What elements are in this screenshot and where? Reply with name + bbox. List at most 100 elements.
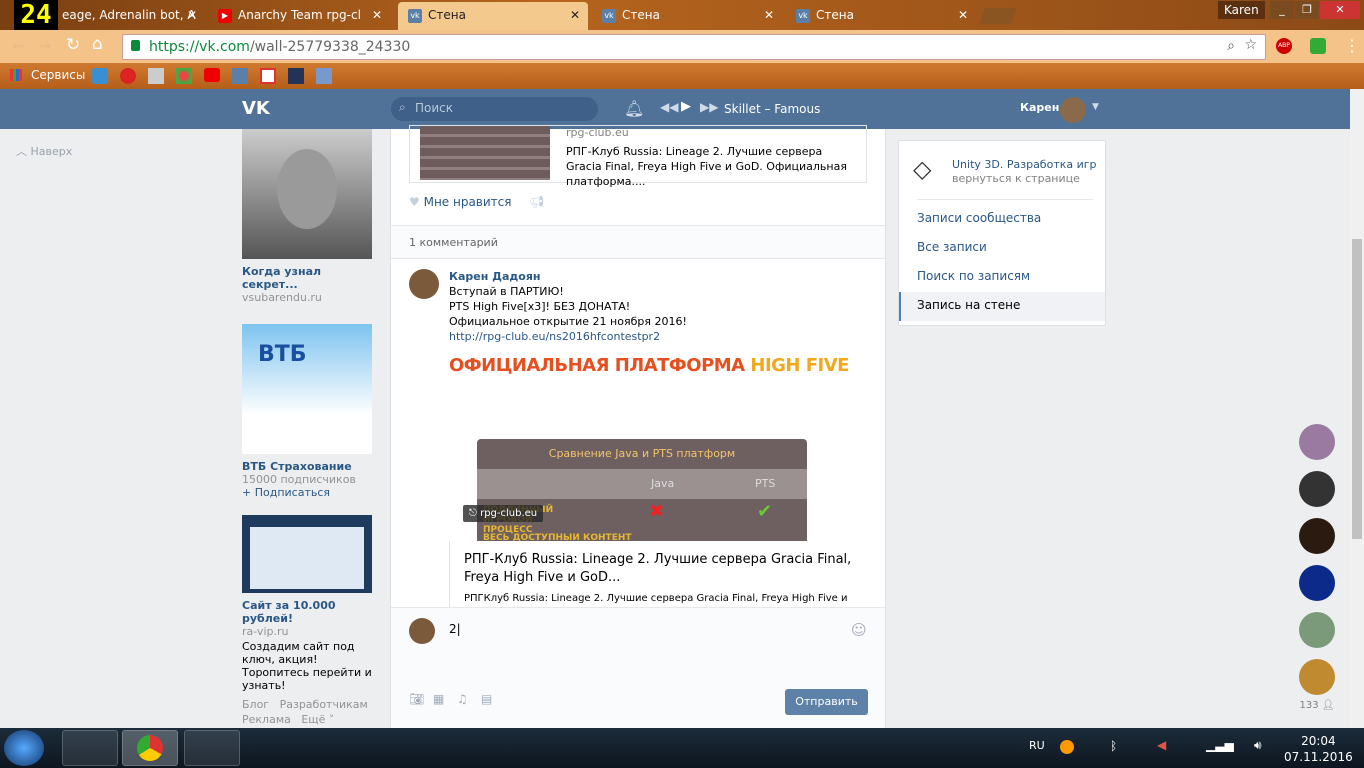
comment-link[interactable]: http://rpg-club.eu/ns2016hfcontestpr2: [449, 329, 687, 344]
adblock-icon[interactable]: ABP: [1276, 38, 1292, 54]
avatar[interactable]: [409, 269, 439, 299]
ad-image[interactable]: [242, 515, 372, 593]
close-icon[interactable]: ✕: [958, 8, 968, 22]
tab-wall-2[interactable]: vk Стена ✕: [592, 2, 782, 30]
bluetooth-icon[interactable]: ᛒ: [1110, 739, 1117, 753]
vk-logo[interactable]: VK: [242, 98, 270, 119]
video-icon[interactable]: ▦: [433, 692, 444, 706]
share-icon[interactable]: 📢︎: [529, 195, 544, 209]
ad-title[interactable]: Сайт за 10.000 рублей!: [242, 599, 372, 625]
avatar[interactable]: [1060, 97, 1086, 123]
bookmark-icon[interactable]: [120, 68, 136, 84]
taskbar-app[interactable]: [184, 730, 240, 766]
friend-avatar[interactable]: [1299, 659, 1335, 695]
menu-icon[interactable]: ⋮: [1344, 36, 1360, 55]
extension-icon[interactable]: [1310, 38, 1326, 54]
link-card[interactable]: РПГ-Клуб Russia: Lineage 2. Лучшие серве…: [449, 541, 867, 607]
ad-title[interactable]: Когда узнал секрет...: [242, 265, 372, 291]
mail-bookmark-icon[interactable]: [92, 68, 108, 84]
speaker-icon[interactable]: 🔊︎: [1254, 738, 1262, 753]
footer-link-blog[interactable]: Блог: [242, 698, 269, 711]
tab-adrenalin[interactable]: eage, Adrenalin bot, A ✕: [50, 2, 205, 30]
youtube-icon[interactable]: [204, 68, 220, 82]
link-card[interactable]: rpg-club.eu РПГ-Клуб Russia: Lineage 2. …: [409, 125, 867, 188]
close-icon[interactable]: ✕: [372, 8, 382, 22]
friend-avatar[interactable]: [1299, 565, 1335, 601]
prev-icon[interactable]: ◀◀: [660, 100, 678, 114]
like-button[interactable]: ♥ Мне нравится: [409, 195, 511, 209]
reload-icon[interactable]: ↻: [66, 35, 80, 55]
user-name[interactable]: Карен: [1020, 101, 1059, 114]
back-icon[interactable]: ←: [12, 36, 25, 55]
friend-avatar[interactable]: [1299, 612, 1335, 648]
back-to-group-link[interactable]: вернуться к странице: [952, 172, 1080, 185]
network-icon[interactable]: ▁▃▅: [1206, 738, 1234, 752]
star-icon[interactable]: ☆: [1244, 37, 1257, 53]
bookmark-icon[interactable]: [316, 68, 332, 84]
camera-icon[interactable]: 📷︎: [409, 692, 424, 706]
friend-avatar[interactable]: [1299, 471, 1335, 507]
comments-count[interactable]: 1 комментарий: [391, 225, 885, 259]
chevron-down-icon[interactable]: ▼: [1092, 102, 1099, 112]
friend-avatar[interactable]: [1299, 518, 1335, 554]
reply-input[interactable]: 2|: [443, 616, 867, 676]
close-icon[interactable]: ✕: [187, 8, 197, 22]
forward-icon[interactable]: →: [38, 36, 51, 55]
search-input[interactable]: ⌕ Поиск: [391, 97, 598, 121]
menu-community-posts[interactable]: Записи сообщества: [917, 211, 1041, 225]
send-button[interactable]: Отправить: [785, 689, 868, 715]
close-icon[interactable]: ✕: [764, 8, 774, 22]
scrollbar[interactable]: [1350, 89, 1364, 728]
close-window-button[interactable]: ✕: [1320, 1, 1360, 19]
back-to-top[interactable]: ︿ Наверх: [16, 143, 72, 159]
link-preview-image[interactable]: ОФИЦИАЛЬНАЯ ПЛАТФОРМА HIGH FIVE Сравнени…: [449, 355, 867, 541]
ad-title[interactable]: ВТБ Страхование: [242, 460, 372, 473]
footer-link-more[interactable]: Ещё ˅: [301, 713, 334, 726]
home-icon[interactable]: ⌂: [92, 34, 103, 54]
gmail-icon[interactable]: [260, 68, 276, 84]
tab-anarchy[interactable]: ▶ Anarchy Team rpg-cl ✕: [208, 2, 390, 30]
menu-wall-post-active[interactable]: Запись на стене: [917, 298, 1020, 312]
emoji-icon[interactable]: ☺: [851, 621, 867, 639]
now-playing[interactable]: Skillet – Famous: [724, 102, 820, 116]
music-icon[interactable]: ♫: [457, 692, 468, 706]
minimize-button[interactable]: _: [1270, 1, 1294, 19]
group-name[interactable]: Unity 3D. Разработка игр: [952, 158, 1097, 171]
emblem-icon[interactable]: [288, 68, 304, 84]
volume-muted-icon[interactable]: ◀: [1157, 738, 1166, 752]
menu-search-posts[interactable]: Поиск по записям: [917, 269, 1030, 283]
play-icon[interactable]: ▶: [681, 99, 691, 114]
footer-link-developers[interactable]: Разработчикам: [280, 698, 368, 711]
ad-image[interactable]: ВТБ: [242, 324, 372, 454]
taskbar-explorer[interactable]: [62, 730, 118, 766]
start-button[interactable]: [4, 730, 44, 766]
bell-icon[interactable]: 🔔︎: [624, 99, 644, 118]
url-input[interactable]: https://vk.com/wall-25779338_24330 ⌕ ☆: [122, 34, 1266, 60]
theater-icon[interactable]: [148, 68, 164, 84]
new-tab-button[interactable]: [979, 8, 1017, 24]
footer-link-ads[interactable]: Реклама: [242, 713, 291, 726]
zoom-icon[interactable]: ⌕: [1227, 38, 1235, 54]
clock[interactable]: 20:04 07.11.2016: [1284, 733, 1353, 765]
ad-image[interactable]: [242, 129, 372, 259]
profile-button[interactable]: Karen: [1218, 1, 1265, 19]
vk-icon[interactable]: [232, 68, 248, 84]
close-icon[interactable]: ✕: [570, 8, 580, 22]
maximize-button[interactable]: ❐: [1295, 1, 1319, 19]
next-icon[interactable]: ▶▶: [700, 100, 718, 114]
taskbar-chrome[interactable]: [122, 730, 178, 766]
language-indicator[interactable]: RU: [1029, 739, 1045, 752]
check-icon: ✔: [757, 501, 773, 522]
tab-wall-3[interactable]: vk Стена ✕: [786, 2, 976, 30]
document-icon[interactable]: ▤: [481, 692, 492, 706]
dots-icon[interactable]: [176, 68, 192, 84]
friend-avatar[interactable]: [1299, 424, 1335, 460]
bookmark-services[interactable]: Сервисы: [31, 68, 85, 82]
subscribe-button[interactable]: + Подписаться: [242, 486, 372, 499]
comment-author[interactable]: Карен Дадоян: [449, 269, 687, 284]
menu-all-posts[interactable]: Все записи: [917, 240, 987, 254]
ad-subscribers: 15000 подписчиков: [242, 473, 356, 486]
friends-count[interactable]: 133 👤︎: [1294, 700, 1340, 711]
tray-icon[interactable]: [1060, 740, 1074, 754]
tab-wall-active[interactable]: vk Стена ✕: [398, 2, 588, 30]
